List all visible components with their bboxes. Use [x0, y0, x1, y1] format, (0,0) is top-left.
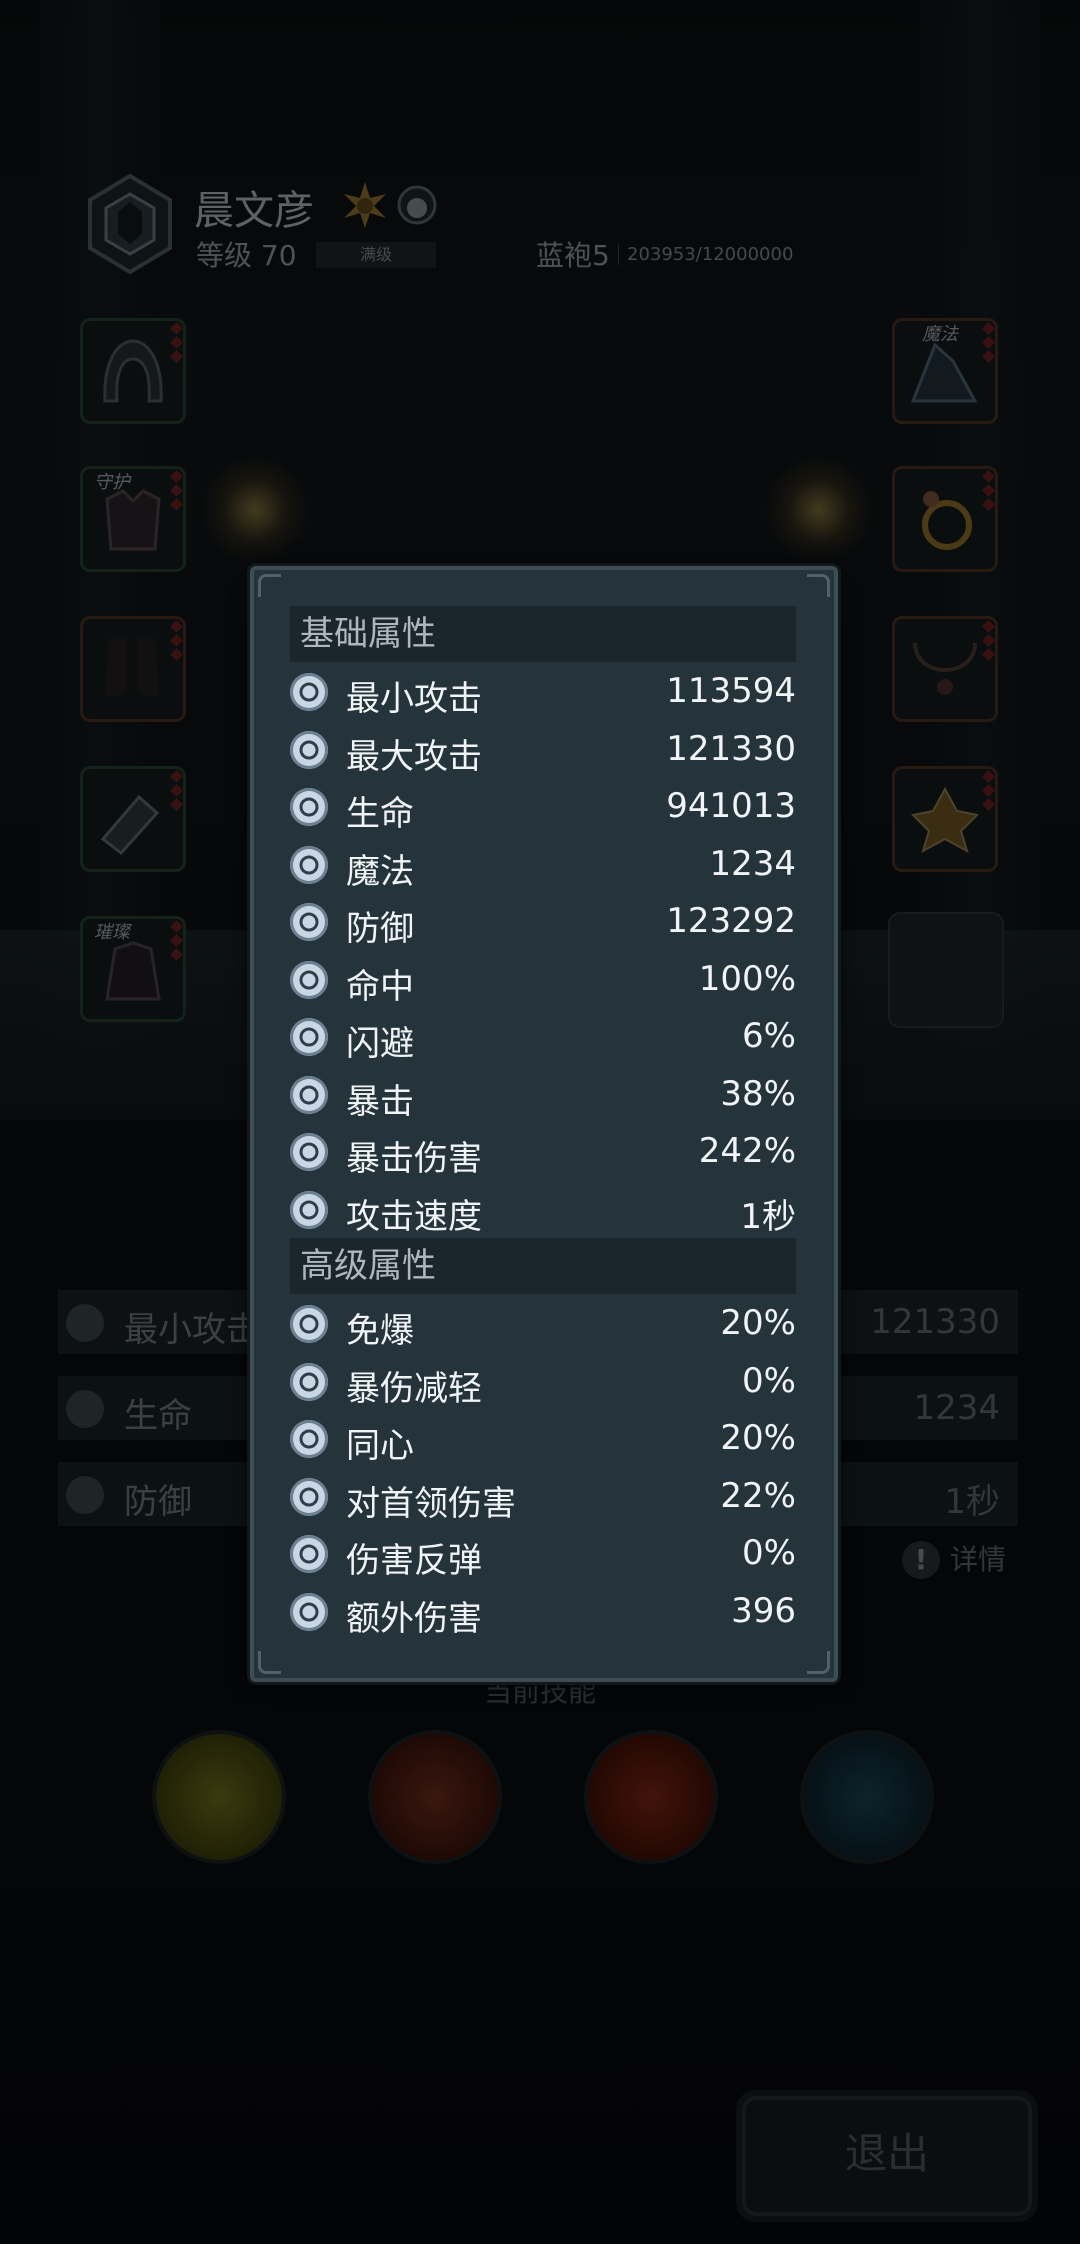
reflect-icon	[290, 1535, 328, 1573]
crit-immune-icon	[290, 1305, 328, 1343]
attribute-label: 命中	[346, 966, 414, 1007]
attribute-value: 1秒	[740, 1196, 796, 1237]
attribute-row: 暴伤减轻 0%	[290, 1354, 796, 1410]
attribute-row: 命中 100%	[290, 952, 796, 1008]
attribute-label: 防御	[346, 909, 414, 949]
attribute-value: 20%	[720, 1418, 796, 1458]
sword-icon	[290, 730, 328, 769]
attribute-row: 最大攻击 121330	[290, 722, 796, 778]
attribute-label: 暴击	[346, 1081, 414, 1122]
attribute-label: 生命	[346, 794, 414, 834]
attribute-label: 额外伤害	[346, 1598, 482, 1639]
attributes-popup: 基础属性 最小攻击 113594 最大攻击 121330 生命 941013 魔法 1234 防…	[250, 566, 838, 1682]
attribute-value: 1234	[709, 843, 796, 884]
attribute-value: 242%	[698, 1131, 796, 1171]
attribute-row: 攻击速度 1秒	[290, 1182, 796, 1238]
attribute-label: 闪避	[346, 1024, 414, 1064]
attribute-row: 对首领伤害 22%	[290, 1469, 796, 1525]
attribute-row: 免爆 20%	[290, 1296, 796, 1352]
attribute-label: 暴伤减轻	[346, 1368, 482, 1409]
attribute-value: 0%	[742, 1360, 796, 1401]
attribute-label: 免爆	[346, 1311, 414, 1351]
attribute-row: 同心 20%	[290, 1411, 796, 1467]
shield-icon	[290, 903, 328, 941]
attribute-row: 闪避 6%	[290, 1009, 796, 1065]
attribute-label: 暴击伤害	[346, 1139, 482, 1179]
attribute-label: 伤害反弹	[346, 1541, 482, 1581]
attribute-value: 121330	[666, 728, 796, 769]
attribute-value: 22%	[720, 1475, 796, 1516]
attribute-value: 20%	[720, 1303, 796, 1343]
attribute-value: 100%	[698, 958, 796, 999]
attribute-row: 伤害反弹 0%	[290, 1526, 796, 1582]
attribute-label: 最小攻击	[346, 679, 482, 719]
attribute-value: 38%	[720, 1073, 796, 1114]
attribute-label: 同心	[346, 1426, 414, 1466]
attribute-row: 额外伤害 396	[290, 1584, 796, 1640]
attribute-label: 最大攻击	[346, 736, 482, 777]
attribute-row: 暴击伤害 242%	[290, 1124, 796, 1180]
attribute-row: 生命 941013	[290, 779, 796, 835]
attribute-value: 941013	[666, 786, 796, 826]
attribute-value: 6%	[742, 1016, 796, 1056]
attribute-label: 魔法	[346, 851, 414, 892]
unity-icon	[290, 1420, 328, 1458]
attribute-value: 123292	[666, 901, 796, 941]
crit-reduce-icon	[290, 1362, 328, 1401]
boss-damage-icon	[290, 1477, 328, 1516]
magic-icon	[290, 845, 328, 884]
attribute-row: 暴击 38%	[290, 1067, 796, 1123]
attribute-value: 396	[731, 1590, 796, 1631]
target-icon	[290, 960, 328, 999]
attribute-label: 攻击速度	[346, 1196, 482, 1237]
crit-icon	[290, 1075, 328, 1114]
basic-attributes-header: 基础属性	[290, 606, 796, 662]
crit-damage-icon	[290, 1133, 328, 1171]
sword-icon	[290, 673, 328, 711]
dodge-icon	[290, 1018, 328, 1056]
advanced-attributes-header: 高级属性	[290, 1238, 796, 1294]
attribute-value: 0%	[742, 1533, 796, 1573]
attribute-label: 对首领伤害	[346, 1483, 516, 1524]
attribute-row: 防御 123292	[290, 894, 796, 950]
attribute-value: 113594	[666, 671, 796, 711]
attribute-row: 最小攻击 113594	[290, 664, 796, 720]
speed-icon	[290, 1190, 328, 1229]
extra-damage-icon	[290, 1592, 328, 1631]
attribute-row: 魔法 1234	[290, 837, 796, 893]
heart-icon	[290, 788, 328, 826]
